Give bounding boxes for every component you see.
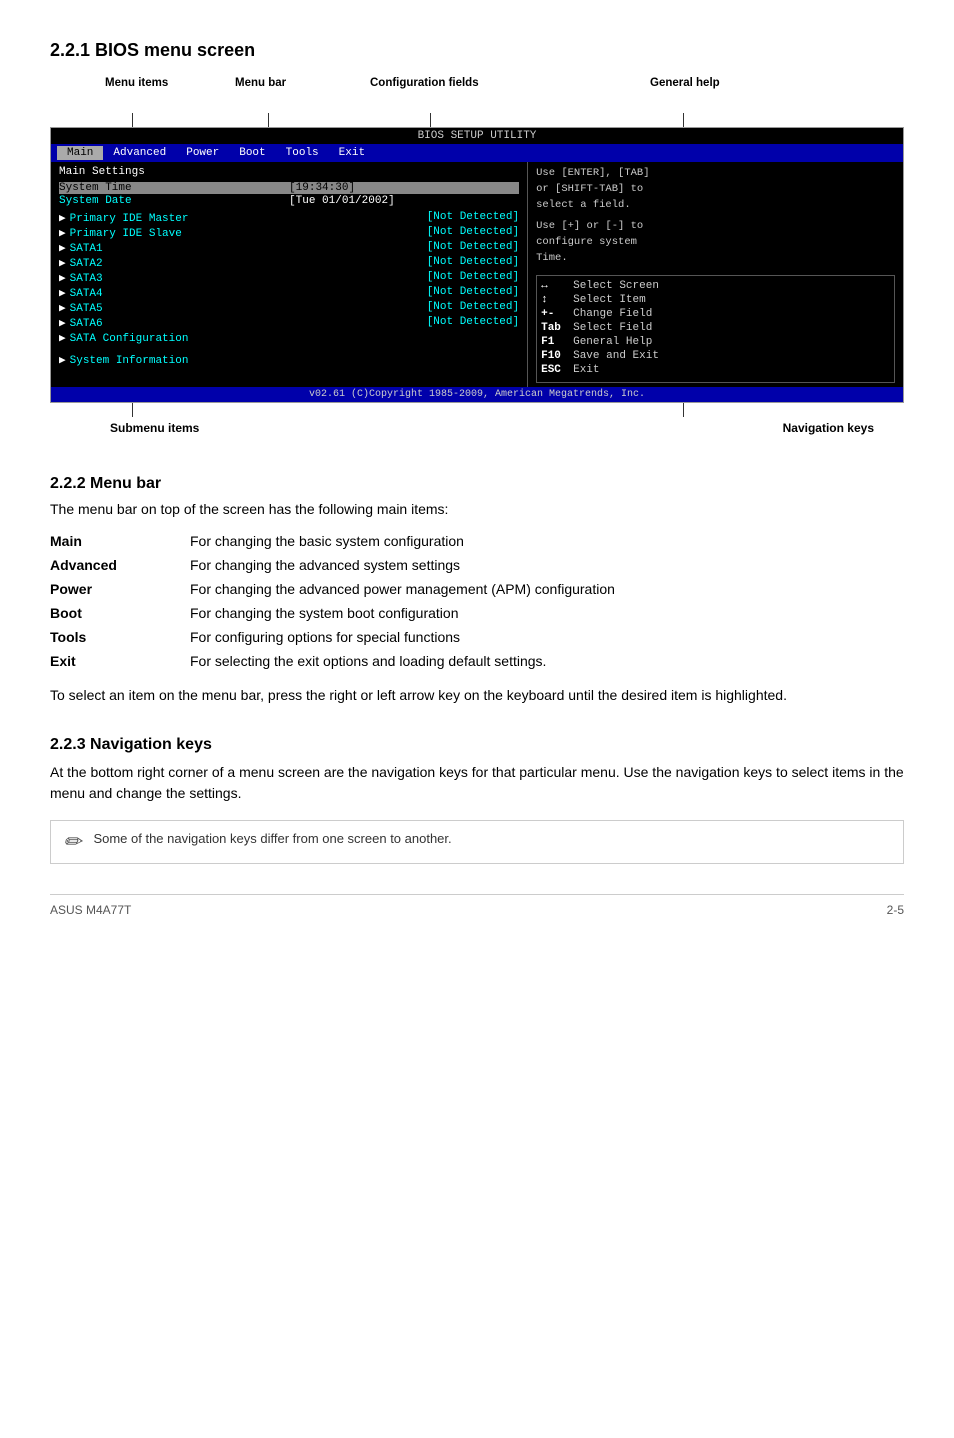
menu-desc-main: For changing the basic system configurat… <box>190 529 904 553</box>
label-submenu-items: Submenu items <box>50 421 199 435</box>
bios-menu-bar: Main Advanced Power Boot Tools Exit <box>51 144 903 162</box>
bios-menu-power: Power <box>176 146 229 160</box>
section-222: 2.2.2 Menu bar The menu bar on top of th… <box>50 475 904 706</box>
bios-item-primary-ide-slave: ▶Primary IDE Slave [Not Detected] <box>59 226 519 240</box>
label-menu-bar: Menu bar <box>235 77 286 89</box>
bios-item-sysinfo-container: ▶System Information <box>59 353 519 367</box>
menu-label-power: Power <box>50 577 190 601</box>
bios-menu-tools: Tools <box>276 146 329 160</box>
menu-desc-exit: For selecting the exit options and loadi… <box>190 649 904 673</box>
section-222-title: 2.2.2 Menu bar <box>50 475 904 493</box>
bios-nav-screen: ↔ Select Screen <box>541 280 890 292</box>
value-system-date: [Tue 01/01/2002] <box>289 195 519 207</box>
bios-footer: v02.61 (C)Copyright 1985-2009, American … <box>51 387 903 402</box>
bios-item-sata5: ▶SATA5 [Not Detected] <box>59 301 519 315</box>
bios-nav-item: ↕ Select Item <box>541 294 890 306</box>
bios-section-title: Main Settings <box>59 166 519 178</box>
menu-desc-boot: For changing the system boot configurati… <box>190 601 904 625</box>
section-221: 2.2.1 BIOS menu screen Menu items Menu b… <box>50 40 904 435</box>
section-223-title: 2.2.3 Navigation keys <box>50 736 904 754</box>
value-system-time: [19:34:30] <box>289 182 519 194</box>
table-row: Advanced For changing the advanced syste… <box>50 553 904 577</box>
bios-screen: BIOS SETUP UTILITY Main Advanced Power B… <box>50 127 904 403</box>
bios-item-system-info: ▶System Information <box>59 353 519 367</box>
top-labels: Menu items Menu bar Configuration fields… <box>50 77 904 113</box>
bios-title: BIOS SETUP UTILITY <box>51 128 903 144</box>
menu-label-boot: Boot <box>50 601 190 625</box>
table-row: Power For changing the advanced power ma… <box>50 577 904 601</box>
bios-row-system-time: System Time [19:34:30] <box>59 182 519 194</box>
menu-label-main: Main <box>50 529 190 553</box>
menu-desc-power: For changing the advanced power manageme… <box>190 577 904 601</box>
bios-items-list: ▶Primary IDE Master [Not Detected] ▶Prim… <box>59 211 519 345</box>
bios-item-sata6: ▶SATA6 [Not Detected] <box>59 316 519 330</box>
bios-diagram: Menu items Menu bar Configuration fields… <box>50 77 904 435</box>
connector-lines <box>50 113 904 127</box>
menu-desc-advanced: For changing the advanced system setting… <box>190 553 904 577</box>
bios-nav-tab: Tab Select Field <box>541 322 890 334</box>
bios-nav-f10: F10 Save and Exit <box>541 350 890 362</box>
bios-item-sata1: ▶SATA1 [Not Detected] <box>59 241 519 255</box>
menu-label-tools: Tools <box>50 625 190 649</box>
bios-nav-f1: F1 General Help <box>541 336 890 348</box>
bios-menu-boot: Boot <box>229 146 275 160</box>
menu-label-exit: Exit <box>50 649 190 673</box>
bios-item-sata3: ▶SATA3 [Not Detected] <box>59 271 519 285</box>
section-222-intro: The menu bar on top of the screen has th… <box>50 501 904 517</box>
label-system-time: System Time <box>59 182 289 194</box>
label-config-fields: Configuration fields <box>370 77 479 89</box>
bios-item-primary-ide-master: ▶Primary IDE Master [Not Detected] <box>59 211 519 225</box>
bios-help-text: Use [ENTER], [TAB] or [SHIFT-TAB] to sel… <box>536 166 895 267</box>
bios-left-panel: Main Settings System Time [19:34:30] Sys… <box>51 162 528 387</box>
page-footer: ASUS M4A77T 2-5 <box>50 894 904 917</box>
footer-model: ASUS M4A77T <box>50 903 131 917</box>
note-icon: ✏ <box>63 829 81 855</box>
bottom-labels: Submenu items Navigation keys <box>50 421 904 435</box>
label-system-date: System Date <box>59 195 289 207</box>
label-menu-items: Menu items <box>105 77 168 89</box>
note-box: ✏ Some of the navigation keys differ fro… <box>50 820 904 864</box>
section-222-body: To select an item on the menu bar, press… <box>50 685 904 706</box>
section-223: 2.2.3 Navigation keys At the bottom righ… <box>50 736 904 864</box>
connector-lines-bottom <box>50 403 904 417</box>
bios-menu-advanced: Advanced <box>103 146 176 160</box>
bios-nav-esc: ESC Exit <box>541 364 890 376</box>
menu-label-advanced: Advanced <box>50 553 190 577</box>
table-row: Exit For selecting the exit options and … <box>50 649 904 673</box>
section-223-body: At the bottom right corner of a menu scr… <box>50 762 904 804</box>
table-row: Tools For configuring options for specia… <box>50 625 904 649</box>
bios-nav-field-change: +- Change Field <box>541 308 890 320</box>
section-221-title: 2.2.1 BIOS menu screen <box>50 40 904 61</box>
menu-desc-tools: For configuring options for special func… <box>190 625 904 649</box>
bios-item-sata-config: ▶SATA Configuration <box>59 331 519 345</box>
bios-row-system-date: System Date [Tue 01/01/2002] <box>59 195 519 207</box>
bios-menu-exit: Exit <box>329 146 375 160</box>
bios-item-sata4: ▶SATA4 [Not Detected] <box>59 286 519 300</box>
table-row: Main For changing the basic system confi… <box>50 529 904 553</box>
label-navigation-keys: Navigation keys <box>783 421 904 435</box>
menu-items-table: Main For changing the basic system confi… <box>50 529 904 673</box>
bios-content: Main Settings System Time [19:34:30] Sys… <box>51 162 903 387</box>
bios-menu-main: Main <box>57 146 103 160</box>
footer-page: 2-5 <box>887 903 904 917</box>
table-row: Boot For changing the system boot config… <box>50 601 904 625</box>
note-text: Some of the navigation keys differ from … <box>93 829 451 846</box>
bios-nav-keys-box: ↔ Select Screen ↕ Select Item +- Change … <box>536 275 895 383</box>
bios-item-sata2: ▶SATA2 [Not Detected] <box>59 256 519 270</box>
label-general-help: General help <box>650 77 720 89</box>
bios-right-panel: Use [ENTER], [TAB] or [SHIFT-TAB] to sel… <box>528 162 903 387</box>
